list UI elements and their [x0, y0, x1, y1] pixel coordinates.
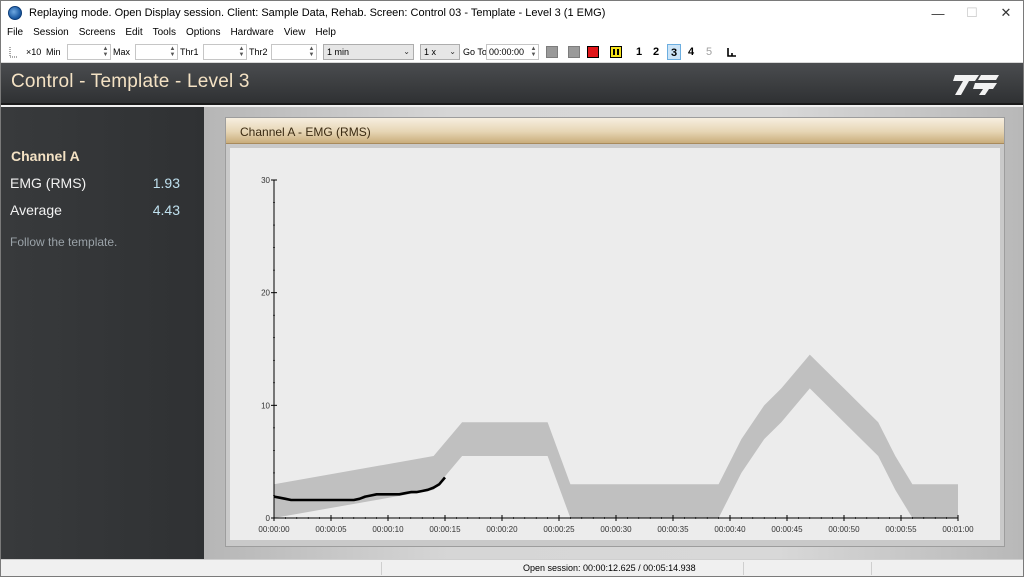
chart-panel-title: Channel A - EMG (RMS)	[240, 125, 371, 139]
toolbar: ×10 Min ▲ ▼ Max ▲ ▼ Thr1 ▲ ▼ Thr2 ▲ ▼ 1 min …	[1, 41, 1023, 63]
x-tick-label: 00:00:50	[828, 525, 860, 534]
max-stepper[interactable]: ▲ ▼	[135, 44, 178, 60]
speed-value: 1 x	[424, 47, 437, 57]
app-icon	[8, 6, 22, 20]
x-tick-label: 00:00:15	[429, 525, 461, 534]
app-window: Replaying mode. Open Display session. Cl…	[0, 0, 1024, 577]
y-tick-label: 20	[261, 289, 270, 298]
min-stepper[interactable]: ▲ ▼	[67, 44, 111, 60]
thr2-stepper[interactable]: ▲ ▼	[271, 44, 317, 60]
timespan-select[interactable]: 1 min ⌄	[323, 44, 414, 60]
x-tick-label: 00:01:00	[942, 525, 974, 534]
instruction-text: Follow the template.	[10, 235, 118, 249]
menu-session[interactable]: Session	[28, 25, 74, 41]
chevron-down-icon: ⌄	[449, 47, 456, 56]
record-button[interactable]	[546, 46, 558, 58]
emg-rms-value: 1.93	[152, 175, 180, 191]
x-tick-label: 00:00:55	[885, 525, 917, 534]
x-tick-label: 00:00:05	[315, 525, 347, 534]
channel-3-button[interactable]: 3	[667, 44, 681, 60]
status-separator	[871, 562, 872, 575]
menu-bar: File Session Screens Edit Tools Options …	[1, 25, 1023, 41]
stop-button[interactable]	[587, 46, 599, 58]
stepper-arrows-icon[interactable]: ▲ ▼	[308, 46, 315, 58]
display-area: Channel A - EMG (RMS) 0 10 20 30 00:00:00 00:…	[204, 107, 1023, 559]
screen-header: Control - Template - Level 3	[1, 63, 1023, 105]
menu-hardware[interactable]: Hardware	[225, 25, 278, 41]
channel-2-button[interactable]: 2	[649, 44, 663, 60]
average-row: Average 4.43	[10, 202, 180, 218]
average-value: 4.43	[152, 202, 180, 218]
status-separator	[743, 562, 744, 575]
x-tick-label: 00:00:25	[543, 525, 575, 534]
stepper-arrows-icon[interactable]: ▲ ▼	[169, 46, 176, 58]
thr2-label: Thr2	[249, 47, 268, 57]
timespan-value: 1 min	[327, 47, 350, 57]
channel-4-button[interactable]: 4	[684, 44, 698, 60]
chart-panel: Channel A - EMG (RMS) 0 10 20 30 00:00:00 00:…	[225, 117, 1005, 547]
chart-panel-header: Channel A - EMG (RMS)	[226, 118, 1004, 144]
menu-help[interactable]: Help	[310, 25, 341, 41]
y-tick-label: 10	[261, 401, 270, 410]
x-tick-label: 00:00:10	[372, 525, 404, 534]
status-separator	[381, 562, 382, 575]
goto-time-value: 00:00:00	[489, 47, 525, 57]
title-bar: Replaying mode. Open Display session. Cl…	[1, 1, 1023, 25]
tt-logo-icon	[953, 75, 999, 95]
thr1-label: Thr1	[180, 47, 199, 57]
y-tick-label: 0	[266, 514, 271, 523]
menu-screens[interactable]: Screens	[74, 25, 121, 41]
plot-area: 0 10 20 30 00:00:00 00:00:05 00:00:10 00:00:15 0…	[230, 148, 1000, 540]
goto-time-input[interactable]: 00:00:00 ▲ ▼	[486, 44, 539, 60]
x-tick-label: 00:00:30	[600, 525, 632, 534]
x-tick-label: 00:00:20	[486, 525, 518, 534]
baseline-icon[interactable]	[726, 44, 738, 60]
pause-button[interactable]	[610, 46, 622, 58]
window-title: Replaying mode. Open Display session. Cl…	[29, 7, 606, 19]
x-tick-label: 00:00:45	[771, 525, 803, 534]
y-tick-label: 30	[261, 176, 270, 185]
close-button[interactable]: ✕	[989, 1, 1023, 25]
channel-summary-panel: Channel A EMG (RMS) 1.93 Average 4.43 Fo…	[1, 107, 204, 559]
thr1-stepper[interactable]: ▲ ▼	[203, 44, 247, 60]
emg-rms-label: EMG (RMS)	[10, 175, 87, 191]
speed-select[interactable]: 1 x ⌄	[420, 44, 460, 60]
menu-edit[interactable]: Edit	[120, 25, 147, 41]
window-controls: — ☐ ✕	[921, 1, 1023, 25]
status-bar: Open session: 00:00:12.625 / 00:05:14.93…	[1, 559, 1023, 576]
x10-toggle[interactable]: ×10	[26, 44, 41, 60]
session-status-text: Open session: 00:00:12.625 / 00:05:14.93…	[523, 563, 696, 573]
play-button[interactable]	[568, 46, 580, 58]
x-tick-label: 00:00:35	[657, 525, 689, 534]
channel-1-button[interactable]: 1	[632, 44, 646, 60]
menu-file[interactable]: File	[1, 25, 28, 41]
x-tick-label: 00:00:00	[258, 525, 290, 534]
x-tick-label: 00:00:40	[714, 525, 746, 534]
stepper-arrows-icon[interactable]: ▲ ▼	[238, 46, 245, 58]
channel-5-button[interactable]: 5	[702, 44, 716, 60]
scale-icon[interactable]	[9, 44, 19, 60]
chevron-down-icon: ⌄	[403, 47, 410, 56]
menu-options[interactable]: Options	[181, 25, 225, 41]
goto-label: Go To	[463, 47, 487, 57]
menu-view[interactable]: View	[279, 25, 311, 41]
page-title: Control - Template - Level 3	[11, 71, 250, 92]
max-label: Max	[113, 47, 131, 57]
maximize-button[interactable]: ☐	[955, 1, 989, 25]
min-label: Min	[46, 47, 61, 57]
stepper-arrows-icon[interactable]: ▲ ▼	[102, 46, 109, 58]
stepper-arrows-icon[interactable]: ▲ ▼	[530, 46, 537, 58]
emg-chart[interactable]: 0 10 20 30 00:00:00 00:00:05 00:00:10 00:00:15 0…	[230, 148, 1000, 540]
emg-rms-row: EMG (RMS) 1.93	[10, 175, 180, 191]
channel-title: Channel A	[11, 148, 80, 164]
minimize-button[interactable]: —	[921, 1, 955, 25]
menu-tools[interactable]: Tools	[148, 25, 181, 41]
average-label: Average	[10, 202, 62, 218]
